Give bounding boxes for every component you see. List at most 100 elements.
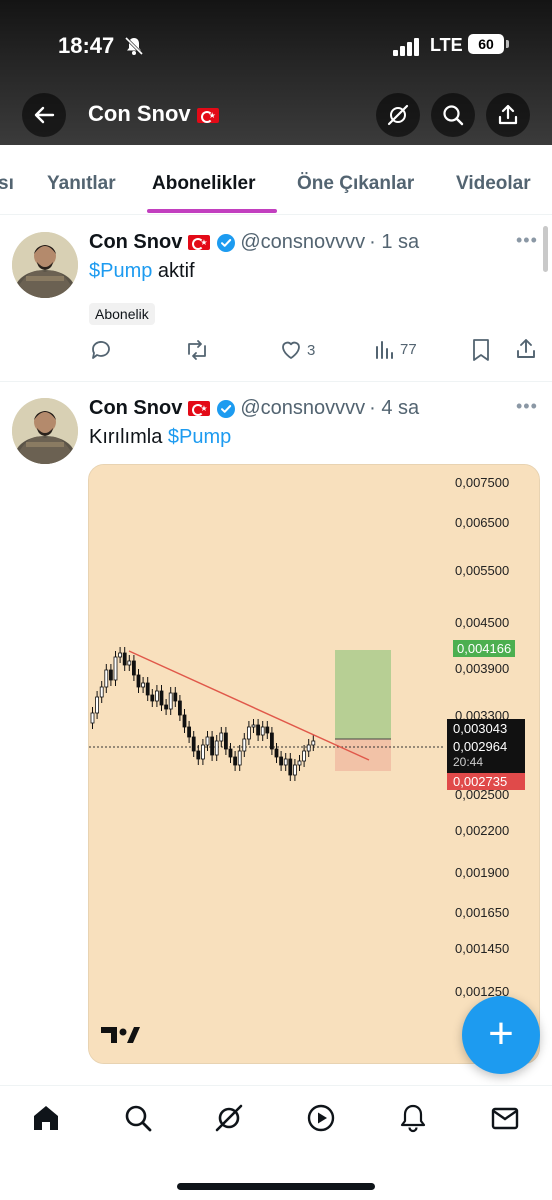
profile-tabs: sı Yanıtlar Abonelikler Öne Çıkanlar Vid…: [0, 145, 552, 215]
home-icon: [34, 1106, 58, 1130]
candle-body: [288, 758, 293, 776]
back-button[interactable]: [22, 93, 66, 137]
turkey-flag-icon: [188, 235, 211, 251]
y-tick-label: 0,006500: [455, 515, 510, 530]
candle-body: [168, 692, 173, 710]
candle-countdown-label: 20:44: [453, 755, 484, 769]
candle-body: [283, 758, 288, 766]
grok-icon: [387, 104, 409, 126]
search-icon: [443, 105, 464, 126]
tweet[interactable]: Con Snov @consnovvvv· 1 sa ••• $Pump akti…: [0, 216, 552, 382]
candle-body: [191, 736, 196, 752]
candle-body: [127, 660, 132, 666]
subscription-badge: Abonelik: [89, 303, 155, 325]
grok-button[interactable]: [376, 93, 420, 137]
grok-icon: [215, 1104, 243, 1132]
candle-body: [173, 692, 178, 702]
candle-body: [302, 750, 307, 762]
y-tick-label: 0,005500: [455, 563, 510, 578]
tweet-time: · 4 sa: [369, 397, 420, 419]
nav-notifications[interactable]: [396, 1101, 430, 1135]
candle-body: [164, 704, 168, 710]
share-icon: [517, 339, 535, 358]
candle-body: [104, 669, 109, 688]
author-handle[interactable]: @consnovvvv: [240, 397, 365, 419]
candle-body: [214, 740, 219, 756]
current-price-box: 0,003043 0,002964 20:44: [447, 719, 525, 774]
nav-videos[interactable]: [304, 1101, 338, 1135]
heart-icon: [282, 341, 300, 359]
candle-body: [297, 760, 302, 766]
entry-price-label: 0,003043: [453, 721, 508, 736]
search-button[interactable]: [431, 93, 475, 137]
nav-messages[interactable]: [488, 1101, 522, 1135]
cashtag-link[interactable]: $Pump: [168, 426, 231, 448]
compose-button[interactable]: +: [462, 996, 540, 1074]
avatar[interactable]: [12, 232, 78, 298]
candle-body: [233, 756, 238, 766]
retweet-icon: [188, 340, 206, 360]
loss-zone: [335, 739, 391, 771]
nav-home[interactable]: [29, 1101, 63, 1135]
candle-body: [311, 740, 316, 746]
target-price-label: 0,004166: [453, 640, 516, 657]
page-title: Con Snov: [88, 101, 219, 127]
candle-body: [118, 652, 123, 658]
candle-body: [269, 732, 274, 750]
tab-replies[interactable]: Yanıtlar: [47, 173, 116, 195]
candle-body: [292, 764, 297, 776]
tab-videos[interactable]: Videolar: [456, 173, 531, 195]
author-handle[interactable]: @consnovvvv: [240, 231, 365, 253]
y-tick-label: 0,007500: [455, 475, 510, 490]
tab-highlights[interactable]: Öne Çıkanlar: [297, 173, 414, 195]
tweet-share-button[interactable]: [515, 338, 537, 360]
views-icon: [376, 341, 393, 359]
views-button[interactable]: 77: [374, 338, 417, 360]
play-icon: [307, 1104, 335, 1132]
share-button[interactable]: [486, 93, 530, 137]
mail-icon: [491, 1107, 519, 1130]
bookmark-button[interactable]: [470, 338, 492, 362]
avatar[interactable]: [12, 398, 78, 464]
tweet-text-body: Kırılımla: [89, 426, 168, 448]
battery-tip: [506, 40, 509, 48]
candle-body: [237, 750, 242, 766]
bell-icon: [400, 1104, 426, 1133]
home-indicator: [177, 1183, 375, 1190]
candle-body: [260, 726, 265, 736]
like-count: 3: [307, 341, 316, 359]
retweet-button[interactable]: [184, 338, 210, 362]
candle-body: [132, 660, 136, 676]
candle-body: [223, 732, 228, 750]
profile-header: 18:47 LTE 60 Con Snov: [0, 0, 552, 145]
network-type: LTE: [430, 35, 463, 55]
candle-body: [228, 748, 233, 758]
more-options-icon[interactable]: •••: [516, 230, 538, 251]
tab-subscriptions[interactable]: Abonelikler: [152, 173, 255, 195]
author-name[interactable]: Con Snov: [89, 231, 182, 253]
author-name[interactable]: Con Snov: [89, 397, 182, 419]
signal-icon: [393, 38, 421, 61]
candle-body: [251, 724, 256, 728]
nav-grok[interactable]: [212, 1101, 246, 1135]
more-options-icon[interactable]: •••: [516, 396, 538, 417]
y-tick-label: 0,001650: [455, 905, 510, 920]
candle-body: [242, 738, 247, 752]
candle-body: [141, 682, 145, 688]
tab-partial[interactable]: sı: [0, 173, 14, 195]
candle-body: [246, 726, 251, 740]
bottom-navigation: [0, 1085, 552, 1200]
reply-button[interactable]: [89, 338, 113, 362]
cashtag-link[interactable]: $Pump: [89, 260, 152, 282]
nav-search[interactable]: [121, 1101, 155, 1135]
chart-image[interactable]: 0,007500 0,006500 0,005500 0,004500 0,00…: [88, 464, 540, 1064]
y-tick-label: 0,001450: [455, 941, 510, 956]
candle-body: [136, 674, 141, 688]
candle-body: [108, 669, 113, 681]
y-tick-label: 0,002200: [455, 823, 510, 838]
profit-zone: [335, 650, 391, 739]
status-bar: 18:47 LTE 60: [0, 28, 552, 64]
candle-body: [178, 700, 182, 716]
candle-body: [113, 656, 118, 681]
like-button[interactable]: 3: [279, 338, 315, 362]
